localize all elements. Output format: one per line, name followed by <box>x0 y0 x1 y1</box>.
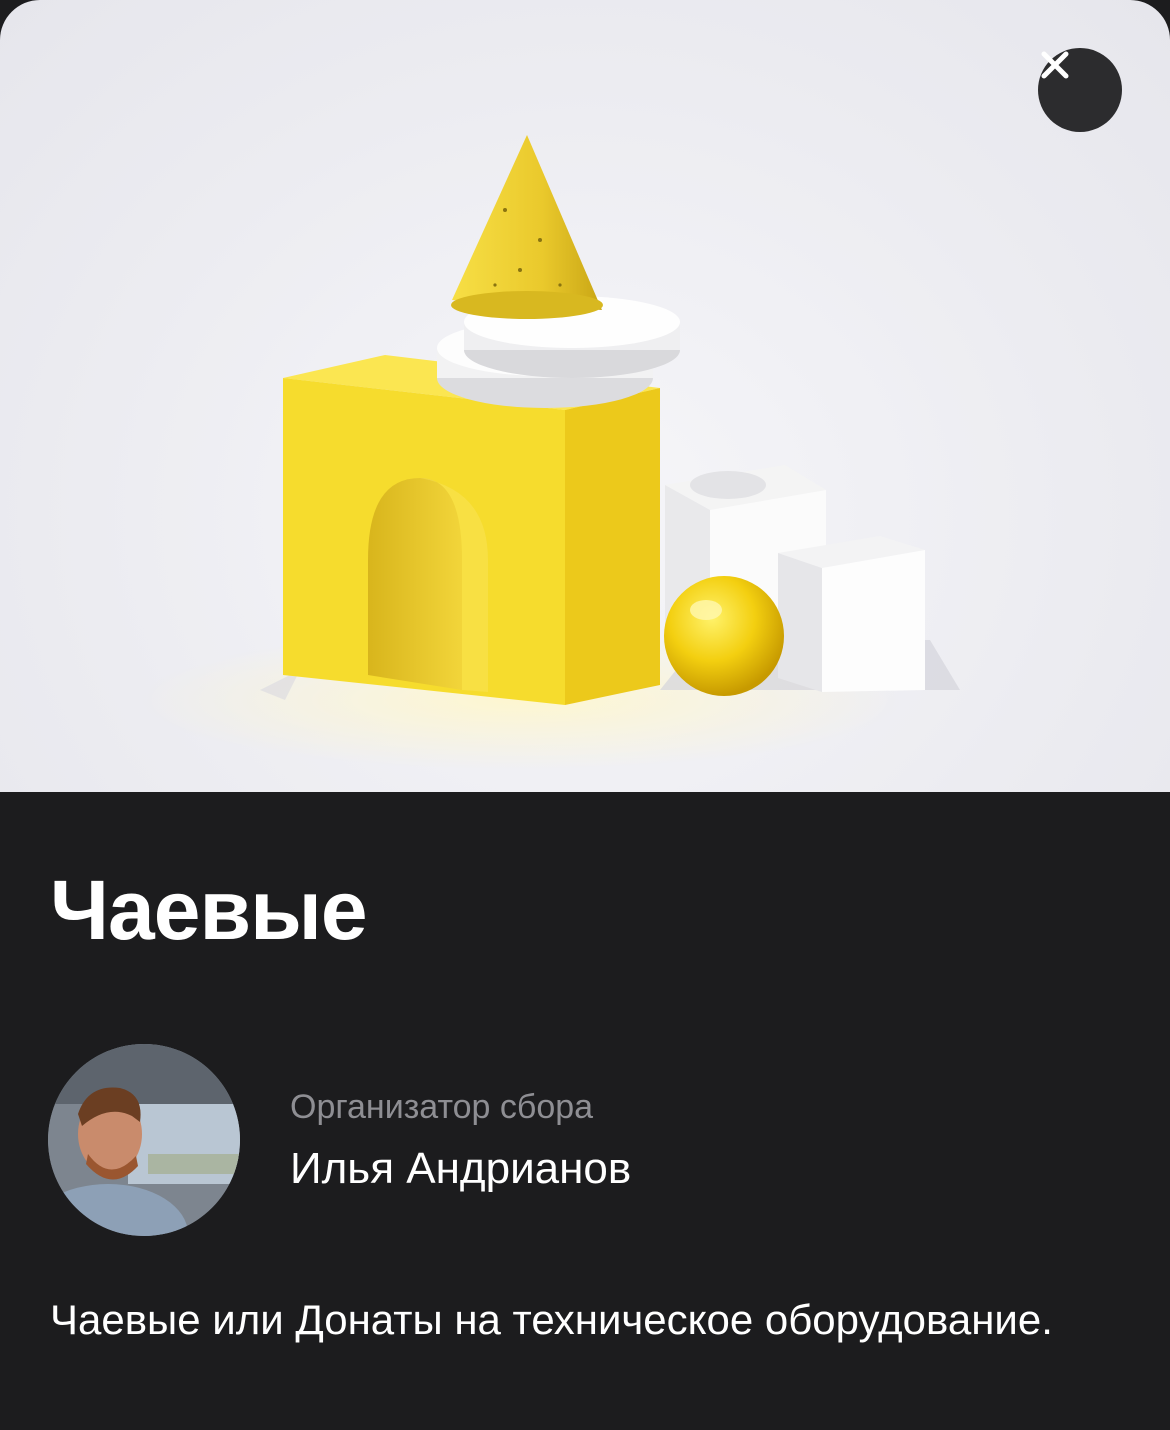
avatar-photo <box>48 1044 240 1236</box>
tips-screen: Чаевые Организатор сбора Илья Андрианов … <box>0 0 1170 1430</box>
hero-banner <box>0 0 1170 792</box>
organizer-label: Организатор сбора <box>290 1088 594 1126</box>
organizer-row[interactable]: Организатор сбора Илья Андрианов <box>48 1044 948 1236</box>
fundraiser-description: Чаевые или Донаты на техническое оборудо… <box>50 1296 1053 1343</box>
hero-illustration <box>140 135 960 770</box>
close-icon <box>1041 51 1069 79</box>
avatar[interactable] <box>48 1044 240 1236</box>
fundraiser-details: Чаевые Организатор сбора Илья Андрианов … <box>0 792 1170 1430</box>
close-button[interactable] <box>1038 48 1122 132</box>
organizer-name[interactable]: Илья Андрианов <box>290 1144 631 1194</box>
page-title: Чаевые <box>50 863 368 957</box>
